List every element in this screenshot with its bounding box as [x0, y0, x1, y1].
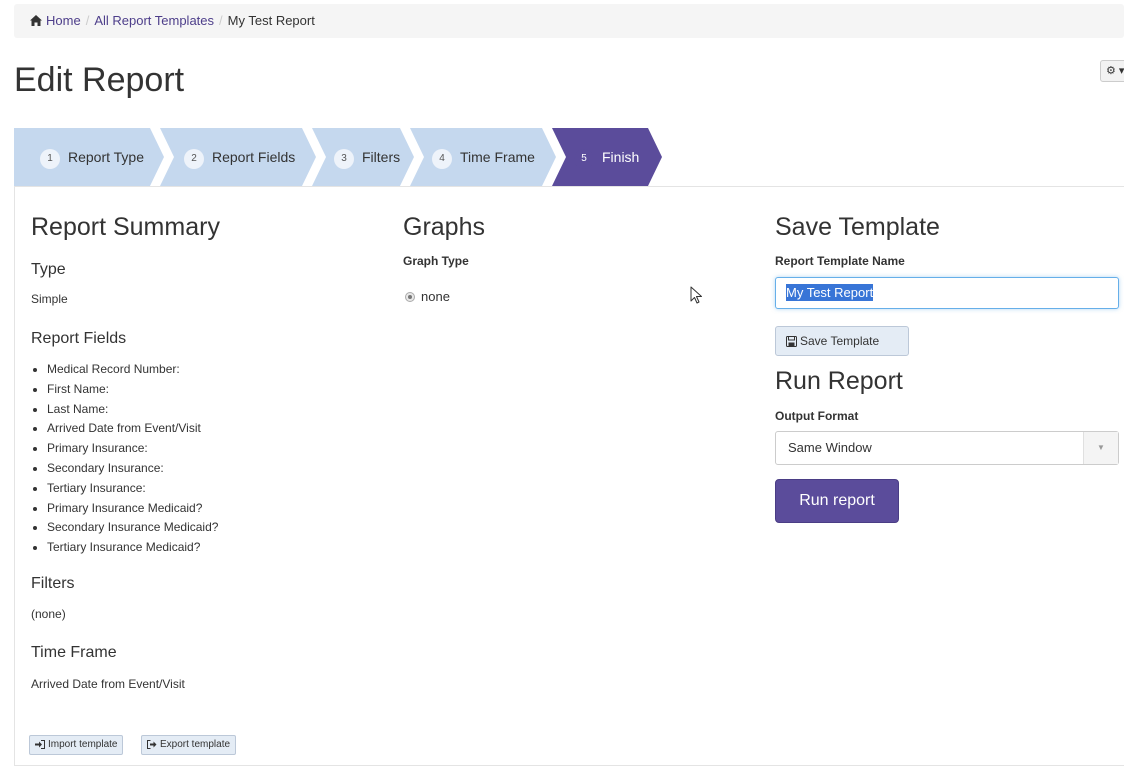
step-label: Finish [602, 149, 640, 165]
list-item: Last Name: [47, 400, 218, 420]
report-template-name-label: Report Template Name [775, 254, 905, 268]
step-label: Time Frame [460, 149, 535, 165]
export-template-label: Export template [160, 739, 231, 750]
output-format-value: Same Window [788, 440, 872, 455]
list-item: Tertiary Insurance: [47, 479, 218, 499]
wizard-step-filters[interactable]: 3 Filters [312, 128, 414, 186]
save-template-title: Save Template [775, 213, 940, 241]
page-title: Edit Report [14, 61, 185, 99]
step-label: Report Fields [212, 149, 296, 165]
list-item: First Name: [47, 380, 218, 400]
step-number: 1 [40, 149, 60, 169]
list-item: Tertiary Insurance Medicaid? [47, 538, 218, 558]
export-template-button[interactable]: Export template [141, 735, 237, 755]
mouse-cursor-icon [690, 286, 702, 304]
breadcrumb-all-report-templates[interactable]: All Report Templates [94, 13, 214, 28]
step-number: 3 [334, 149, 354, 169]
filters-heading: Filters [31, 575, 75, 592]
report-summary-title: Report Summary [31, 213, 220, 241]
radio-label: none [421, 289, 450, 304]
run-report-button[interactable]: Run report [775, 479, 899, 523]
report-template-name-input[interactable]: My Test Report [775, 277, 1119, 309]
graph-type-option-none[interactable]: none [405, 289, 450, 304]
save-template-button[interactable]: Save Template [775, 326, 909, 356]
list-item: Primary Insurance Medicaid? [47, 499, 218, 519]
save-template-label: Save Template [800, 334, 880, 348]
wizard-step-time-frame[interactable]: 4 Time Frame [410, 128, 556, 186]
selected-text: My Test Report [786, 284, 874, 301]
step-number: 5 [574, 149, 594, 169]
wizard-steps: 1 Report Type 2 Report Fields 3 Filters 4 Ti… [14, 128, 1124, 186]
wizard-step-finish[interactable]: 5 Finish [552, 128, 662, 186]
graphs-title: Graphs [403, 213, 485, 241]
output-format-label: Output Format [775, 409, 859, 423]
wizard-step-report-fields[interactable]: 2 Report Fields [160, 128, 316, 186]
list-item: Secondary Insurance Medicaid? [47, 518, 218, 538]
breadcrumb-home[interactable]: Home [46, 13, 81, 28]
output-format-select[interactable]: Same Window ▼ [775, 431, 1119, 465]
wizard-step-report-type[interactable]: 1 Report Type [14, 128, 164, 186]
home-icon [30, 15, 42, 26]
time-frame-value: Arrived Date from Event/Visit [31, 677, 185, 691]
time-frame-heading: Time Frame [31, 644, 117, 661]
breadcrumb-separator: / [85, 13, 90, 28]
import-template-button[interactable]: Import template [29, 735, 124, 755]
breadcrumb-separator: / [219, 13, 223, 28]
sign-out-icon [147, 740, 157, 749]
step-number: 2 [184, 149, 204, 169]
graph-type-label: Graph Type [403, 254, 469, 268]
list-item: Medical Record Number: [47, 360, 218, 380]
step-label: Report Type [68, 149, 145, 165]
step-number: 4 [432, 149, 452, 169]
list-item: Primary Insurance: [47, 439, 218, 459]
chevron-down-icon[interactable]: ▼ [1083, 432, 1118, 464]
filters-value: (none) [31, 607, 66, 621]
import-template-label: Import template [48, 739, 118, 750]
radio-button[interactable] [405, 292, 415, 302]
breadcrumb-current: My Test Report [227, 13, 315, 28]
list-item: Arrived Date from Event/Visit [47, 419, 218, 439]
settings-dropdown-button[interactable]: ⚙ ▾ [1100, 60, 1124, 82]
step-label: Filters [362, 149, 401, 165]
report-fields-heading: Report Fields [31, 330, 127, 347]
run-report-title: Run Report [775, 367, 903, 395]
sign-in-icon [35, 740, 45, 749]
report-fields-list: Medical Record Number: First Name: Last … [31, 360, 218, 558]
breadcrumb: Home / All Report Templates / My Test Report [14, 4, 1124, 38]
report-finish-panel: Report Summary Type Simple Report Fields… [14, 186, 1124, 766]
floppy-disk-icon [786, 336, 797, 347]
type-value: Simple [31, 292, 68, 306]
type-heading: Type [31, 261, 66, 278]
list-item: Secondary Insurance: [47, 459, 218, 479]
